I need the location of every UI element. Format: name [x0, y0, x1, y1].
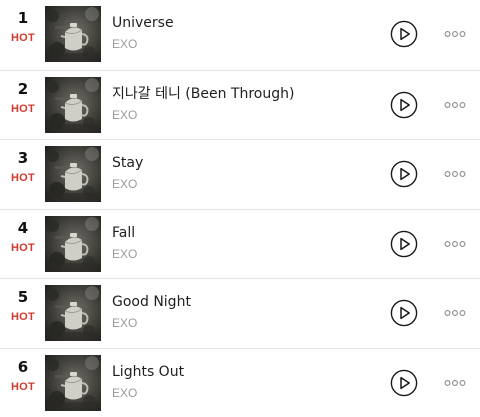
album-art[interactable] [45, 215, 101, 272]
track-rank: 2 [17, 79, 29, 98]
album-art[interactable] [45, 6, 101, 62]
more-options-icon[interactable] [444, 27, 466, 41]
track-rank: 3 [17, 149, 29, 167]
track-row[interactable]: 4 HOT Fall EXO [0, 208, 480, 279]
track-rank: 4 [17, 218, 29, 237]
more-options-icon[interactable] [444, 237, 466, 251]
track-artist[interactable]: EXO [112, 386, 137, 400]
track-title[interactable]: Lights Out [112, 363, 184, 381]
hot-badge: HOT [10, 241, 36, 254]
play-circle-icon[interactable] [390, 160, 418, 188]
hot-badge: HOT [10, 102, 36, 115]
track-title[interactable]: Fall [112, 224, 135, 242]
track-rank: 1 [17, 9, 29, 27]
track-row[interactable]: 6 HOT Lights Out EXO [0, 347, 480, 417]
album-art[interactable] [45, 285, 101, 341]
track-title[interactable]: Universe [112, 14, 174, 32]
hot-badge: HOT [10, 32, 36, 44]
track-list: 1 HOT Universe EXO 2 HOT 지나갈 테니 (Been Th… [0, 0, 480, 417]
track-title[interactable]: 지나갈 테니 (Been Through) [112, 85, 294, 103]
play-circle-icon[interactable] [390, 369, 418, 397]
play-circle-icon[interactable] [390, 91, 418, 119]
play-circle-icon[interactable] [390, 230, 418, 258]
hot-badge: HOT [10, 172, 36, 184]
more-options-icon[interactable] [444, 98, 466, 112]
track-row[interactable]: 5 HOT Good Night EXO [0, 278, 480, 348]
track-title[interactable]: Good Night [112, 293, 191, 311]
track-rank: 5 [17, 288, 29, 306]
track-row[interactable]: 1 HOT Universe EXO [0, 0, 480, 70]
more-options-icon[interactable] [444, 306, 466, 320]
album-art[interactable] [45, 354, 101, 411]
hot-badge: HOT [10, 380, 36, 393]
album-art[interactable] [45, 146, 101, 202]
track-artist[interactable]: EXO [112, 316, 137, 330]
track-rank: 6 [17, 357, 29, 376]
track-artist[interactable]: EXO [112, 177, 137, 191]
track-title[interactable]: Stay [112, 154, 143, 172]
album-art[interactable] [45, 76, 101, 133]
more-options-icon[interactable] [444, 376, 466, 390]
track-row[interactable]: 2 HOT 지나갈 테니 (Been Through) EXO [0, 69, 480, 140]
play-circle-icon[interactable] [390, 299, 418, 327]
track-artist[interactable]: EXO [112, 37, 137, 51]
track-artist[interactable]: EXO [112, 108, 137, 122]
track-row[interactable]: 3 HOT Stay EXO [0, 139, 480, 209]
hot-badge: HOT [10, 311, 36, 323]
play-circle-icon[interactable] [390, 20, 418, 48]
more-options-icon[interactable] [444, 167, 466, 181]
track-artist[interactable]: EXO [112, 247, 137, 261]
